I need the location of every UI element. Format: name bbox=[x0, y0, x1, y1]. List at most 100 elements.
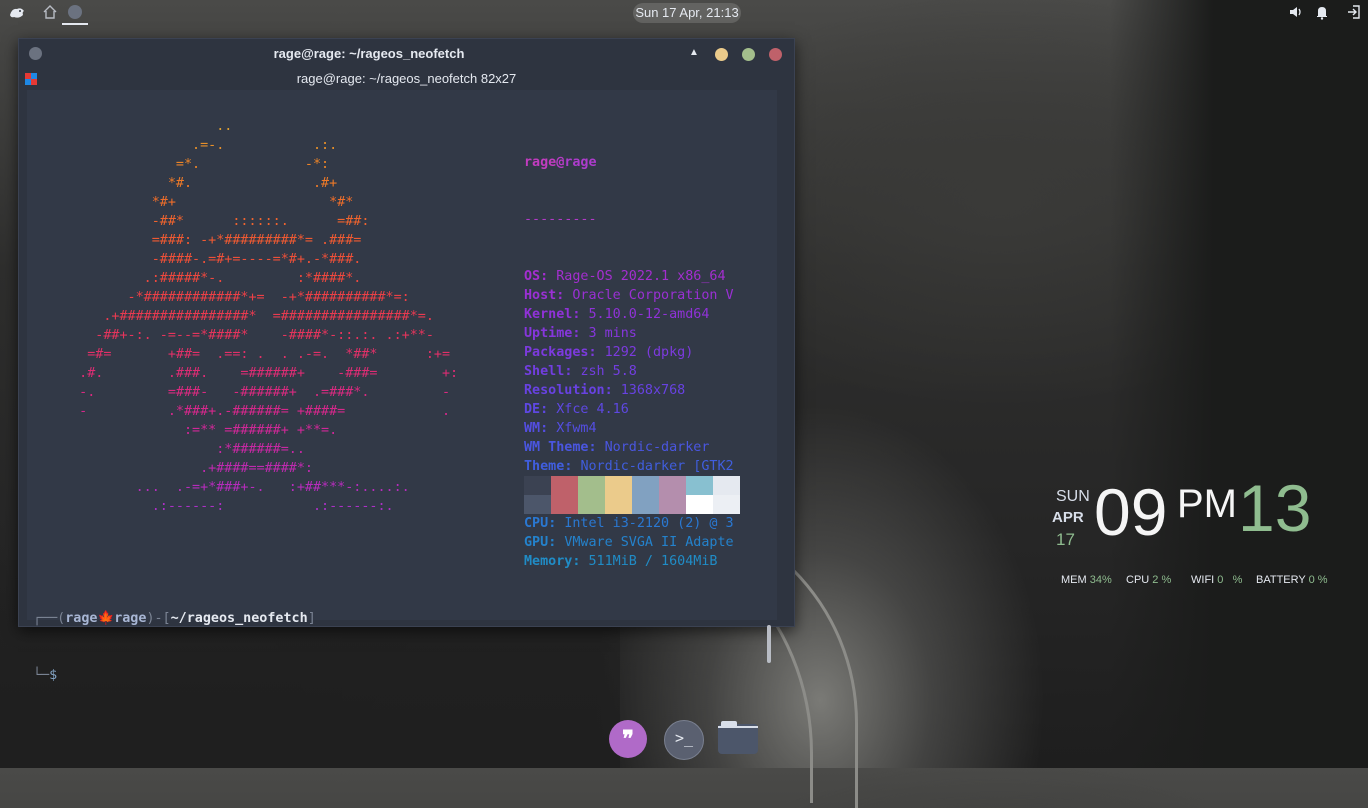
color-swatch bbox=[578, 476, 605, 495]
info-row: Resolution: 1368x768 bbox=[524, 383, 686, 398]
dock-terminal[interactable]: >_ bbox=[664, 720, 704, 760]
info-value: 511MiB / 1604MiB bbox=[588, 554, 718, 569]
clock-minute: 13 bbox=[1238, 471, 1312, 545]
ascii-line: :*######=.. bbox=[55, 442, 305, 457]
color-swatch bbox=[551, 495, 578, 514]
prompt-open: ┌──( bbox=[33, 611, 66, 626]
stat-cpu-value: 2 % bbox=[1152, 574, 1172, 586]
ascii-line: -##* ::::::. =##: bbox=[55, 214, 370, 229]
info-row: Host: Oracle Corporation V bbox=[524, 288, 734, 303]
info-value: Xfwm4 bbox=[556, 421, 597, 436]
notification-bell-icon[interactable] bbox=[1313, 4, 1331, 22]
color-swatch bbox=[632, 495, 659, 514]
ascii-line: .#. .###. =######+ -###= +: bbox=[55, 366, 459, 381]
stat-battery: BATTERY 0 % bbox=[1256, 574, 1328, 586]
info-key: Resolution bbox=[524, 383, 605, 398]
close-button[interactable] bbox=[769, 48, 782, 61]
volume-icon[interactable] bbox=[1287, 4, 1305, 22]
terminal-content[interactable]: .. .=-. .:. =*. -*: *#. .#+ *#+ *#* -##*… bbox=[27, 90, 777, 683]
info-value: Rage-OS 2022.1 x86_64 bbox=[556, 269, 726, 284]
clock-day: SUN bbox=[1056, 488, 1090, 505]
shell-prompt[interactable]: ┌──(rage🍁rage)-[~/rageos_neofetch] └─$ bbox=[33, 571, 316, 723]
terminal-subtitle-bar: rage@rage: ~/rageos_neofetch 82x27 bbox=[19, 69, 794, 89]
terminal-subtitle: rage@rage: ~/rageos_neofetch 82x27 bbox=[296, 71, 517, 86]
ascii-line: =###: -+*#########*= .###= bbox=[55, 233, 362, 248]
ascii-line: *#. .#+ bbox=[55, 176, 338, 191]
stat-battery-label: BATTERY bbox=[1256, 574, 1306, 586]
info-key: WM Theme bbox=[524, 440, 589, 455]
ascii-line: -. =###- -######+ .=###*. - bbox=[55, 385, 451, 400]
info-value: zsh 5.8 bbox=[580, 364, 637, 379]
color-swatch bbox=[578, 495, 605, 514]
prompt-user: rage bbox=[65, 611, 98, 626]
info-row: Uptime: 3 mins bbox=[524, 326, 637, 341]
ascii-line: -####-.=#+=----=*#+.-*###. bbox=[55, 252, 362, 267]
info-key: WM bbox=[524, 421, 541, 436]
ascii-line: =*. -*: bbox=[55, 157, 330, 172]
info-key: Packages bbox=[524, 345, 589, 360]
terminal-icon bbox=[68, 5, 82, 19]
color-swatch bbox=[659, 476, 686, 495]
info-value: 3 mins bbox=[588, 326, 637, 341]
info-value: Xfce 4.16 bbox=[556, 402, 629, 417]
app-menu-icon[interactable] bbox=[8, 4, 26, 22]
prompt-mid: )-[ bbox=[146, 611, 171, 626]
info-value: Intel i3-2120 (2) @ 3 bbox=[564, 516, 734, 531]
ascii-logo: .. .=-. .:. =*. -*: *#. .#+ *#+ *#* -##*… bbox=[55, 117, 458, 516]
info-key: Kernel bbox=[524, 307, 573, 322]
info-row: Theme: Nordic-darker [GTK2 bbox=[524, 459, 734, 474]
prompt-line2: └─ bbox=[33, 668, 50, 683]
dock-file-manager[interactable] bbox=[718, 721, 758, 754]
color-swatch bbox=[524, 476, 551, 495]
info-value: VMware SVGA II Adapte bbox=[564, 535, 734, 550]
panel-clock[interactable]: Sun 17 Apr, 21:13 bbox=[633, 3, 741, 23]
stat-wifi-value: 0 % bbox=[1217, 574, 1243, 586]
info-key: Uptime bbox=[524, 326, 573, 341]
ascii-line: *#+ *#* bbox=[55, 195, 354, 210]
info-key: OS bbox=[524, 269, 541, 284]
info-value: Oracle Corporation V bbox=[572, 288, 734, 303]
stat-mem-value: 34% bbox=[1089, 574, 1112, 586]
clock-ampm: PM bbox=[1177, 482, 1237, 526]
info-row: Kernel: 5.10.0-12-amd64 bbox=[524, 307, 710, 322]
ascii-line: .=-. .:. bbox=[55, 138, 338, 153]
ascii-line: =#= +##= .==: . . .-=. *##* :+= bbox=[55, 347, 451, 362]
terminal-window[interactable]: rage@rage: ~/rageos_neofetch ▲ rage@rage… bbox=[18, 38, 795, 683]
ascii-line: -*############*+= -+*##########*=: bbox=[55, 290, 410, 305]
info-value: Nordic-darker bbox=[604, 440, 710, 455]
info-value: 5.10.0-12-amd64 bbox=[588, 307, 710, 322]
info-key: DE bbox=[524, 402, 541, 417]
shade-up-icon[interactable]: ▲ bbox=[689, 47, 699, 58]
home-icon[interactable] bbox=[41, 4, 59, 22]
dock-quote-app[interactable]: ❞ bbox=[609, 720, 647, 758]
stat-cpu-label: CPU bbox=[1126, 574, 1150, 586]
clock-month: APR bbox=[1052, 509, 1084, 526]
info-value: 1368x768 bbox=[620, 383, 686, 398]
terminal-prompt-icon: >_ bbox=[674, 729, 694, 747]
logout-icon[interactable] bbox=[1345, 4, 1363, 22]
info-value: 1292 (dpkg) bbox=[604, 345, 694, 360]
info-key: Memory bbox=[524, 554, 573, 569]
info-row: OS: Rage-OS 2022.1 x86_64 bbox=[524, 269, 726, 284]
stat-mem-label: MEM bbox=[1061, 574, 1087, 586]
info-row: CPU: Intel i3-2120 (2) @ 3 bbox=[524, 516, 734, 531]
maple-leaf-icon: 🍁 bbox=[97, 611, 115, 626]
ascii-line: .:#####*-. :*####*. bbox=[55, 271, 362, 286]
window-title: rage@rage: ~/rageos_neofetch bbox=[273, 46, 465, 61]
prompt-host: rage bbox=[114, 611, 147, 626]
info-user: rage bbox=[524, 155, 557, 170]
color-swatch bbox=[632, 476, 659, 495]
window-titlebar[interactable]: rage@rage: ~/rageos_neofetch ▲ bbox=[19, 39, 794, 69]
color-swatch bbox=[524, 495, 551, 514]
terminal-scrollbar[interactable] bbox=[767, 625, 771, 663]
info-host: rage bbox=[564, 155, 597, 170]
taskbar-terminal-button[interactable] bbox=[62, 1, 88, 25]
info-key: Shell bbox=[524, 364, 565, 379]
info-row: Memory: 511MiB / 1604MiB bbox=[524, 554, 718, 569]
info-row: GPU: VMware SVGA II Adapte bbox=[524, 535, 734, 550]
color-swatch bbox=[686, 495, 713, 514]
clock-date: 17 bbox=[1056, 530, 1075, 549]
minimize-button[interactable] bbox=[715, 48, 728, 61]
maximize-button[interactable] bbox=[742, 48, 755, 61]
ascii-line: -##+-:. -=--=*####* -####*-::.:. .:+**- bbox=[55, 328, 434, 343]
